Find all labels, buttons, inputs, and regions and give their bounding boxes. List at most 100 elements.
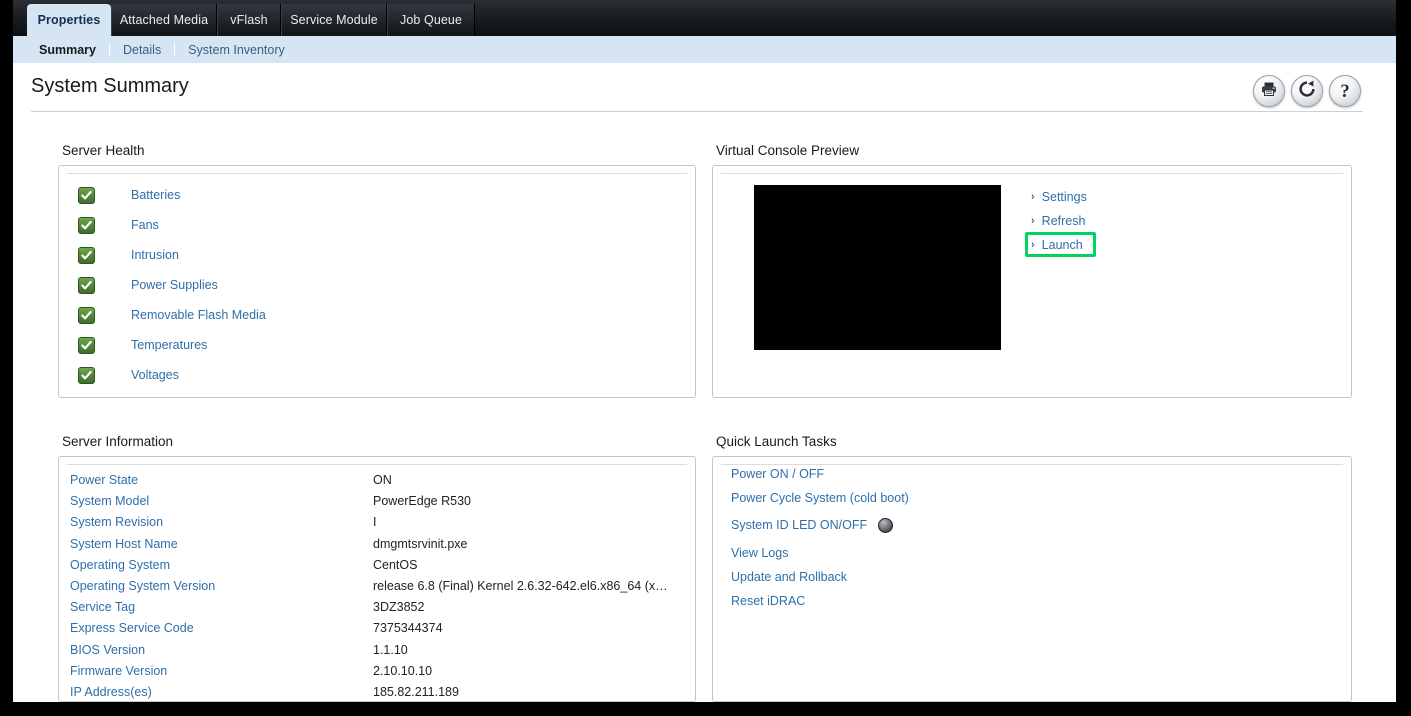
server-info-row: Power State ON (70, 473, 690, 491)
quick-launch-title: Quick Launch Tasks (716, 434, 837, 449)
health-link[interactable]: Temperatures (131, 338, 207, 352)
server-info-label[interactable]: BIOS Version (70, 643, 145, 657)
system-id-led-indicator[interactable] (878, 517, 894, 533)
quick-launch-row: System ID LED ON/OFF (731, 516, 894, 534)
header-divider (31, 111, 1363, 112)
header-action-buttons: ? (1253, 75, 1361, 107)
idrac-page: Properties Attached Media vFlash Service Mo… (13, 0, 1396, 702)
virtual-console-title: Virtual Console Preview (716, 143, 860, 158)
server-info-label[interactable]: System Model (70, 494, 149, 508)
server-info-value: dmgmtsrvinit.pxe (373, 536, 468, 551)
server-info-label[interactable]: Power State (70, 473, 138, 487)
primary-tab-bar: Properties Attached Media vFlash Service Mo… (13, 0, 1396, 36)
server-info-row: System Model PowerEdge R530 (70, 494, 690, 512)
quick-launch-link[interactable]: Update and Rollback (731, 570, 847, 584)
quick-launch-row: Update and Rollback (731, 568, 847, 586)
quick-launch-row: Reset iDRAC (731, 592, 805, 610)
virtual-console-link-row[interactable]: › Refresh (1031, 212, 1085, 230)
server-health-title: Server Health (62, 143, 145, 158)
help-button[interactable]: ? (1329, 75, 1361, 107)
chevron-right-icon: › (1031, 214, 1035, 227)
green-check-icon (78, 336, 95, 354)
server-info-value: 1.1.10 (373, 642, 408, 657)
server-info-row: Operating System CentOS (70, 558, 690, 576)
server-info-value: 7375344374 (373, 621, 443, 636)
chevron-right-icon: › (1031, 238, 1035, 251)
server-info-label[interactable]: IP Address(es) (70, 685, 152, 699)
tab-service-module[interactable]: Service Module (281, 4, 387, 36)
server-info-value: PowerEdge R530 (373, 494, 471, 509)
health-row: Removable Flash Media (78, 305, 266, 325)
health-row: Batteries (78, 185, 180, 205)
server-info-row: Operating System Version release 6.8 (Fin… (70, 579, 690, 597)
server-info-label[interactable]: System Host Name (70, 537, 178, 551)
tab-vflash[interactable]: vFlash (217, 4, 281, 36)
health-link[interactable]: Removable Flash Media (131, 308, 266, 322)
tab-properties[interactable]: Properties (27, 4, 111, 36)
health-link[interactable]: Batteries (131, 188, 180, 202)
server-info-value: 185.82.211.189 (373, 685, 459, 699)
vc-link-refresh[interactable]: Refresh (1042, 214, 1086, 228)
subtab-details[interactable]: Details (110, 43, 174, 57)
virtual-console-link-row[interactable]: › Launch (1031, 236, 1083, 254)
quick-launch-row: Power Cycle System (cold boot) (731, 489, 909, 507)
chevron-right-icon: › (1031, 190, 1035, 203)
health-row: Temperatures (78, 335, 207, 355)
server-info-value: I (373, 515, 377, 530)
server-info-value: release 6.8 (Final) Kernel 2.6.32-642.el… (373, 579, 673, 593)
server-info-label[interactable]: Firmware Version (70, 664, 167, 678)
subtab-system-inventory[interactable]: System Inventory (175, 43, 298, 57)
virtual-console-preview-thumbnail[interactable] (754, 185, 1001, 350)
health-link[interactable]: Intrusion (131, 248, 179, 262)
panel-top-rule (721, 173, 1343, 174)
server-info-row: System Revision I (70, 515, 690, 533)
health-row: Voltages (78, 365, 179, 385)
health-link[interactable]: Fans (131, 218, 159, 232)
quick-launch-link[interactable]: Reset iDRAC (731, 594, 805, 608)
subtab-summary[interactable]: Summary (31, 43, 109, 57)
secondary-tab-bar: Summary Details System Inventory (13, 36, 1396, 63)
server-info-label[interactable]: System Revision (70, 515, 163, 529)
server-info-label[interactable]: Service Tag (70, 600, 135, 614)
server-info-row: Firmware Version 2.10.10.10 (70, 664, 690, 682)
virtual-console-link-row[interactable]: › Settings (1031, 188, 1087, 206)
server-info-value: CentOS (373, 557, 418, 572)
help-icon: ? (1340, 80, 1350, 102)
server-info-value: 3DZ3852 (373, 600, 425, 615)
quick-launch-link[interactable]: System ID LED ON/OFF (731, 518, 867, 532)
green-check-icon (78, 366, 95, 384)
green-check-icon (78, 306, 95, 324)
server-info-value: 2.10.10.10 (373, 663, 433, 678)
tab-attached-media[interactable]: Attached Media (111, 4, 217, 36)
quick-launch-link[interactable]: Power Cycle System (cold boot) (731, 491, 909, 505)
page-header: System Summary ? (13, 63, 1396, 112)
green-check-icon (78, 246, 95, 264)
server-info-label[interactable]: Express Service Code (70, 621, 194, 635)
server-info-label[interactable]: Operating System (70, 558, 170, 572)
tab-job-queue[interactable]: Job Queue (387, 4, 475, 36)
health-link[interactable]: Power Supplies (131, 278, 218, 292)
page-title: System Summary (31, 75, 189, 97)
server-info-row: BIOS Version 1.1.10 (70, 643, 690, 661)
green-check-icon (78, 186, 95, 204)
server-info-label[interactable]: Operating System Version (70, 579, 215, 593)
quick-launch-row: View Logs (731, 544, 788, 562)
vc-link-launch[interactable]: Launch (1042, 238, 1083, 252)
quick-launch-link[interactable]: View Logs (731, 546, 788, 560)
health-row: Power Supplies (78, 275, 218, 295)
quick-launch-row: Power ON / OFF (731, 465, 824, 483)
quick-launch-link[interactable]: Power ON / OFF (731, 467, 824, 481)
print-icon (1260, 80, 1278, 103)
browser-frame: Properties Attached Media vFlash Service Mo… (0, 0, 1411, 716)
panel-top-rule (67, 173, 687, 174)
server-info-value: ON (373, 473, 392, 487)
server-info-row: IP Address(es) 185.82.211.189 (70, 685, 690, 702)
print-button[interactable] (1253, 75, 1285, 107)
panel-top-rule (67, 464, 687, 465)
health-link[interactable]: Voltages (131, 368, 179, 382)
vc-link-settings[interactable]: Settings (1042, 190, 1087, 204)
refresh-button[interactable] (1291, 75, 1323, 107)
server-info-row: System Host Name dmgmtsrvinit.pxe (70, 537, 690, 555)
server-info-row: Service Tag 3DZ3852 (70, 600, 690, 618)
green-check-icon (78, 216, 95, 234)
